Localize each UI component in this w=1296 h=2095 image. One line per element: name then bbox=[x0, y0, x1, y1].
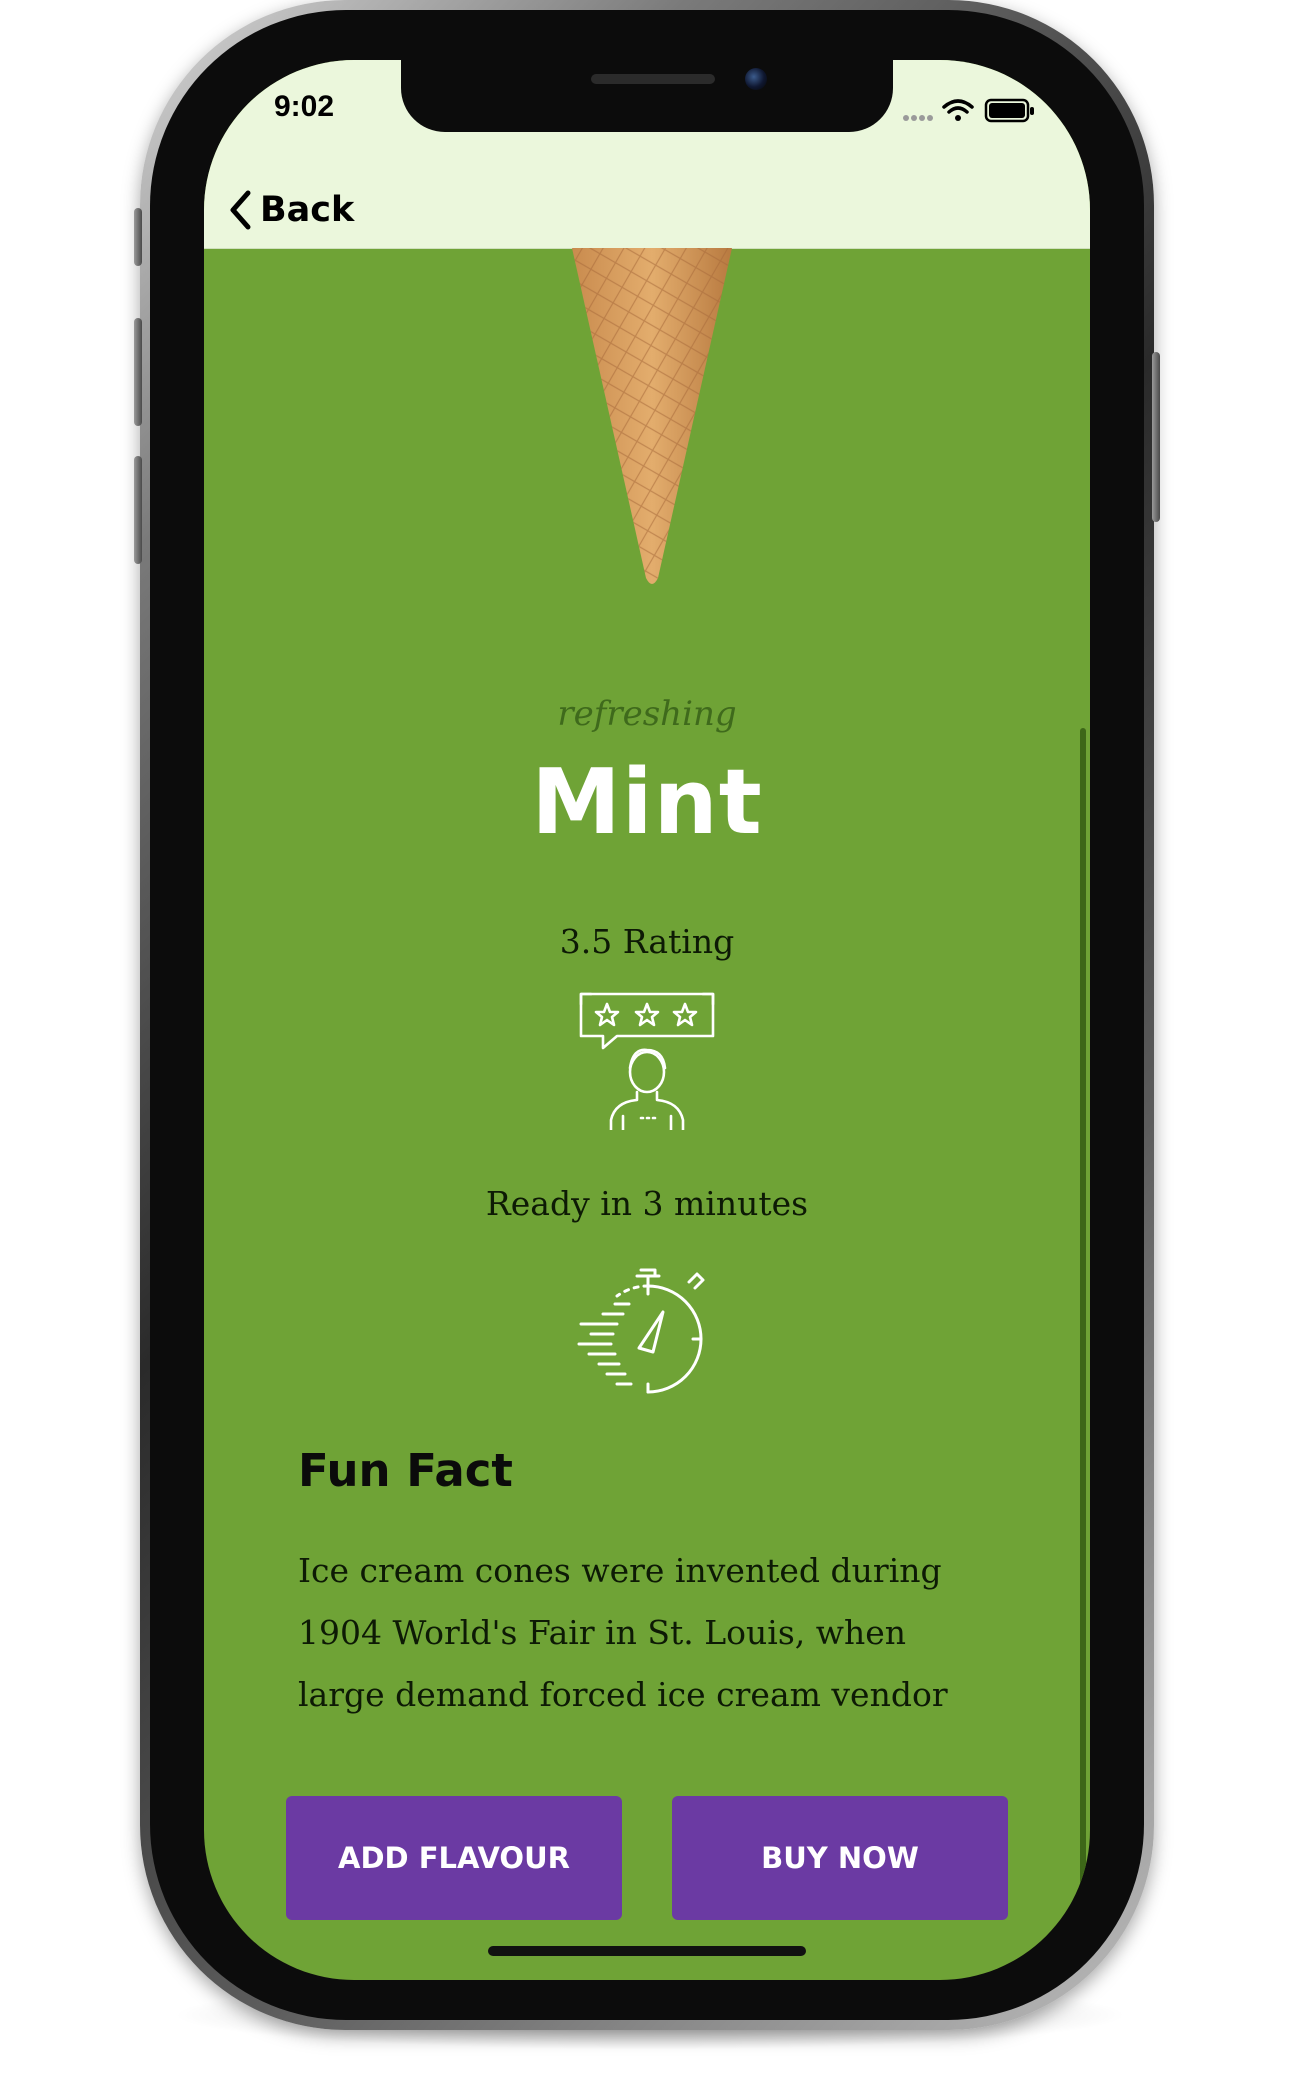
device-stage: 9:02 Back refreshing Mint 3.5 Rating Rea… bbox=[0, 0, 1296, 2095]
status-icons bbox=[903, 98, 1034, 123]
chevron-left-icon bbox=[230, 190, 251, 230]
volume-up-button bbox=[134, 318, 142, 426]
signal-dots-icon bbox=[903, 115, 933, 121]
back-button[interactable]: Back bbox=[226, 186, 354, 234]
fun-fact-heading: Fun Fact bbox=[298, 1444, 513, 1497]
app-screen: 9:02 Back refreshing Mint 3.5 Rating Rea… bbox=[204, 60, 1090, 1980]
flavour-subtitle: refreshing bbox=[557, 694, 737, 734]
battery-icon bbox=[984, 98, 1034, 123]
front-camera bbox=[745, 68, 767, 90]
scrollbar[interactable] bbox=[1080, 728, 1086, 1908]
status-time: 9:02 bbox=[273, 90, 335, 123]
buy-now-button[interactable]: BUY NOW bbox=[672, 1796, 1008, 1920]
ice-cream-cone-image bbox=[572, 248, 732, 584]
home-indicator[interactable] bbox=[488, 1946, 806, 1956]
volume-down-button bbox=[134, 456, 142, 564]
mute-switch bbox=[134, 208, 142, 266]
flavour-title: Mint bbox=[531, 750, 763, 855]
stopwatch-icon bbox=[577, 1268, 705, 1394]
wifi-icon bbox=[942, 99, 974, 121]
ready-time-label: Ready in 3 minutes bbox=[485, 1184, 809, 1223]
add-flavour-button[interactable]: ADD FLAVOUR bbox=[286, 1796, 622, 1920]
back-label: Back bbox=[260, 190, 355, 230]
power-button bbox=[1152, 352, 1160, 522]
speaker bbox=[591, 74, 715, 84]
customer-rating-icon bbox=[579, 992, 715, 1130]
notch bbox=[401, 60, 893, 132]
rating-label: 3.5 Rating bbox=[559, 922, 735, 961]
fun-fact-text: Ice cream cones were invented during 190… bbox=[298, 1551, 948, 1714]
